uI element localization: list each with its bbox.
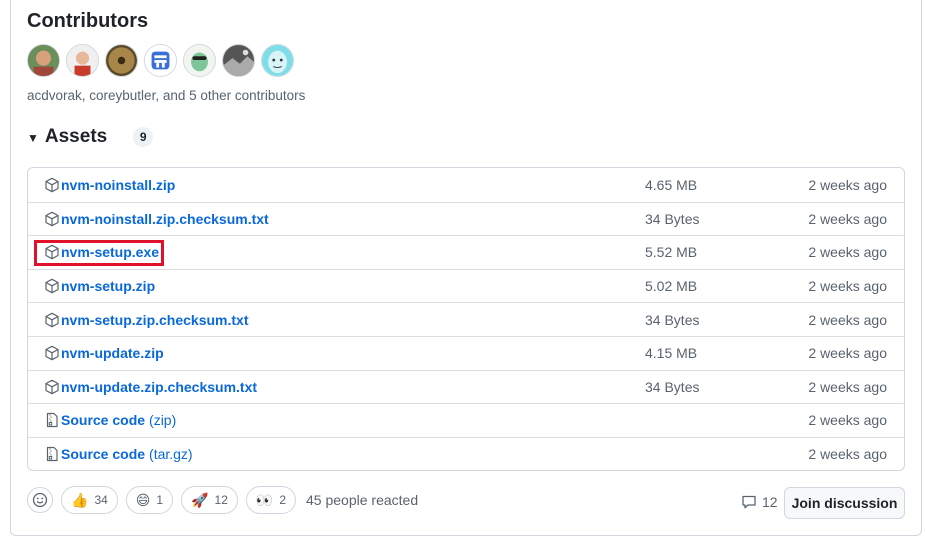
- contributor-avatars: [27, 44, 294, 77]
- asset-name: nvm-noinstall.zip: [61, 176, 176, 193]
- reactions-bar: 👍 34 😄 1 🚀 12 👀 2 45 people reacted: [27, 486, 418, 514]
- asset-link[interactable]: Source code (tar.gz): [44, 446, 193, 462]
- avatar[interactable]: [144, 44, 177, 77]
- reactions-summary[interactable]: 45 people reacted: [306, 492, 418, 508]
- assets-header[interactable]: ▼ Assets 9: [27, 126, 154, 148]
- asset-date: 2 weeks ago: [808, 210, 887, 227]
- asset-size: 34 Bytes: [645, 210, 700, 227]
- assets-count-badge: 9: [133, 127, 154, 147]
- avatar-coin-icon: [106, 45, 137, 76]
- discussion-count[interactable]: 12: [741, 494, 778, 510]
- package-icon: [44, 312, 60, 328]
- asset-row: nvm-update.zip 4.15 MB 2 weeks ago: [28, 335, 904, 370]
- avatar-blue-logo-icon: [145, 45, 176, 76]
- reaction-count: 12: [214, 493, 228, 507]
- package-icon: [44, 278, 60, 294]
- avatar[interactable]: [183, 44, 216, 77]
- add-reaction-button[interactable]: [27, 487, 53, 513]
- avatar[interactable]: [66, 44, 99, 77]
- package-icon: [44, 379, 60, 395]
- contributors-title: Contributors: [27, 10, 149, 32]
- reaction-laugh-button[interactable]: 😄 1: [125, 486, 174, 514]
- reaction-thumbs-up-button[interactable]: 👍 34: [61, 486, 118, 514]
- avatar-cartoon-icon: [184, 45, 215, 76]
- reaction-count: 2: [279, 493, 287, 507]
- asset-size: 34 Bytes: [645, 311, 700, 328]
- discussion-count-value: 12: [762, 494, 778, 510]
- avatar[interactable]: [261, 44, 294, 77]
- asset-name: nvm-setup.exe: [61, 244, 160, 261]
- avatar[interactable]: [105, 44, 138, 77]
- avatar[interactable]: [222, 44, 255, 77]
- asset-row: Source code (tar.gz) 2 weeks ago: [28, 436, 904, 470]
- asset-link[interactable]: Source code (zip): [44, 412, 176, 428]
- smiley-icon: [32, 492, 48, 508]
- assets-list: nvm-noinstall.zip 4.65 MB 2 weeks ago nvm-n…: [27, 167, 905, 471]
- asset-name: nvm-setup.zip.checksum.txt: [61, 311, 249, 328]
- asset-link[interactable]: nvm-update.zip: [44, 345, 164, 361]
- rocket-icon: 🚀: [191, 491, 209, 508]
- asset-format: (zip): [149, 412, 177, 429]
- asset-date: 2 weeks ago: [808, 345, 887, 362]
- asset-link[interactable]: nvm-setup.zip.checksum.txt: [44, 312, 249, 328]
- asset-row: nvm-noinstall.zip.checksum.txt 34 Bytes 2 …: [28, 201, 904, 236]
- asset-date: 2 weeks ago: [808, 278, 887, 295]
- eyes-icon: 👀: [255, 491, 274, 508]
- asset-size: 5.52 MB: [645, 244, 698, 261]
- reaction-rocket-button[interactable]: 🚀 12: [181, 486, 238, 514]
- caret-down-icon: ▼: [27, 131, 39, 145]
- avatar-photo-dark-icon: [223, 45, 254, 76]
- package-icon: [44, 244, 60, 260]
- asset-link[interactable]: nvm-setup.zip: [44, 278, 155, 294]
- avatar-cartoon-face-icon: [262, 45, 293, 76]
- asset-name: Source code: [61, 446, 146, 463]
- asset-row: nvm-setup.zip 5.02 MB 2 weeks ago: [28, 268, 904, 303]
- asset-name: nvm-update.zip.checksum.txt: [61, 378, 258, 395]
- asset-link[interactable]: nvm-setup.exe: [44, 244, 159, 260]
- file-zip-icon: [44, 412, 60, 428]
- asset-date: 2 weeks ago: [808, 311, 887, 328]
- laugh-icon: 😄: [135, 491, 151, 508]
- asset-size: 34 Bytes: [645, 378, 700, 395]
- asset-link[interactable]: nvm-update.zip.checksum.txt: [44, 379, 257, 395]
- asset-row: nvm-setup.exe 5.52 MB 2 weeks ago: [28, 235, 904, 269]
- package-icon: [44, 345, 60, 361]
- asset-size: 4.65 MB: [645, 176, 698, 193]
- reaction-count: 34: [94, 493, 108, 507]
- asset-row: Source code (zip) 2 weeks ago: [28, 403, 904, 437]
- asset-date: 2 weeks ago: [808, 446, 887, 463]
- reaction-count: 1: [156, 493, 164, 507]
- package-icon: [44, 211, 60, 227]
- asset-link[interactable]: nvm-noinstall.zip.checksum.txt: [44, 211, 269, 227]
- file-zip-icon: [44, 446, 60, 462]
- comment-icon: [742, 495, 756, 509]
- asset-date: 2 weeks ago: [808, 378, 887, 395]
- asset-format: (tar.gz): [149, 446, 193, 463]
- asset-size: 5.02 MB: [645, 278, 698, 295]
- asset-row: nvm-setup.zip.checksum.txt 34 Bytes 2 week…: [28, 302, 904, 336]
- avatar[interactable]: [27, 44, 60, 77]
- asset-date: 2 weeks ago: [808, 176, 887, 193]
- asset-name: nvm-setup.zip: [61, 278, 156, 295]
- package-icon: [44, 177, 60, 193]
- asset-date: 2 weeks ago: [808, 412, 887, 429]
- asset-name: nvm-update.zip: [61, 345, 164, 362]
- asset-date: 2 weeks ago: [808, 244, 887, 261]
- asset-link[interactable]: nvm-noinstall.zip: [44, 177, 175, 193]
- reaction-eyes-button[interactable]: 👀 2: [245, 486, 297, 514]
- avatar-photo-man-2-icon: [67, 45, 98, 76]
- asset-name: nvm-noinstall.zip.checksum.txt: [61, 210, 269, 227]
- asset-size: 4.15 MB: [645, 345, 698, 362]
- avatar-photo-man-icon: [28, 45, 59, 76]
- join-discussion-button[interactable]: Join discussion: [784, 487, 905, 519]
- asset-row: nvm-update.zip.checksum.txt 34 Bytes 2 wee…: [28, 369, 904, 404]
- thumbs-up-icon: 👍: [71, 491, 89, 508]
- contributors-summary[interactable]: acdvorak, coreybutler, and 5 other contr…: [27, 88, 305, 103]
- asset-name: Source code: [61, 412, 146, 429]
- assets-title: Assets: [44, 126, 108, 147]
- asset-row: nvm-noinstall.zip 4.65 MB 2 weeks ago: [28, 168, 904, 202]
